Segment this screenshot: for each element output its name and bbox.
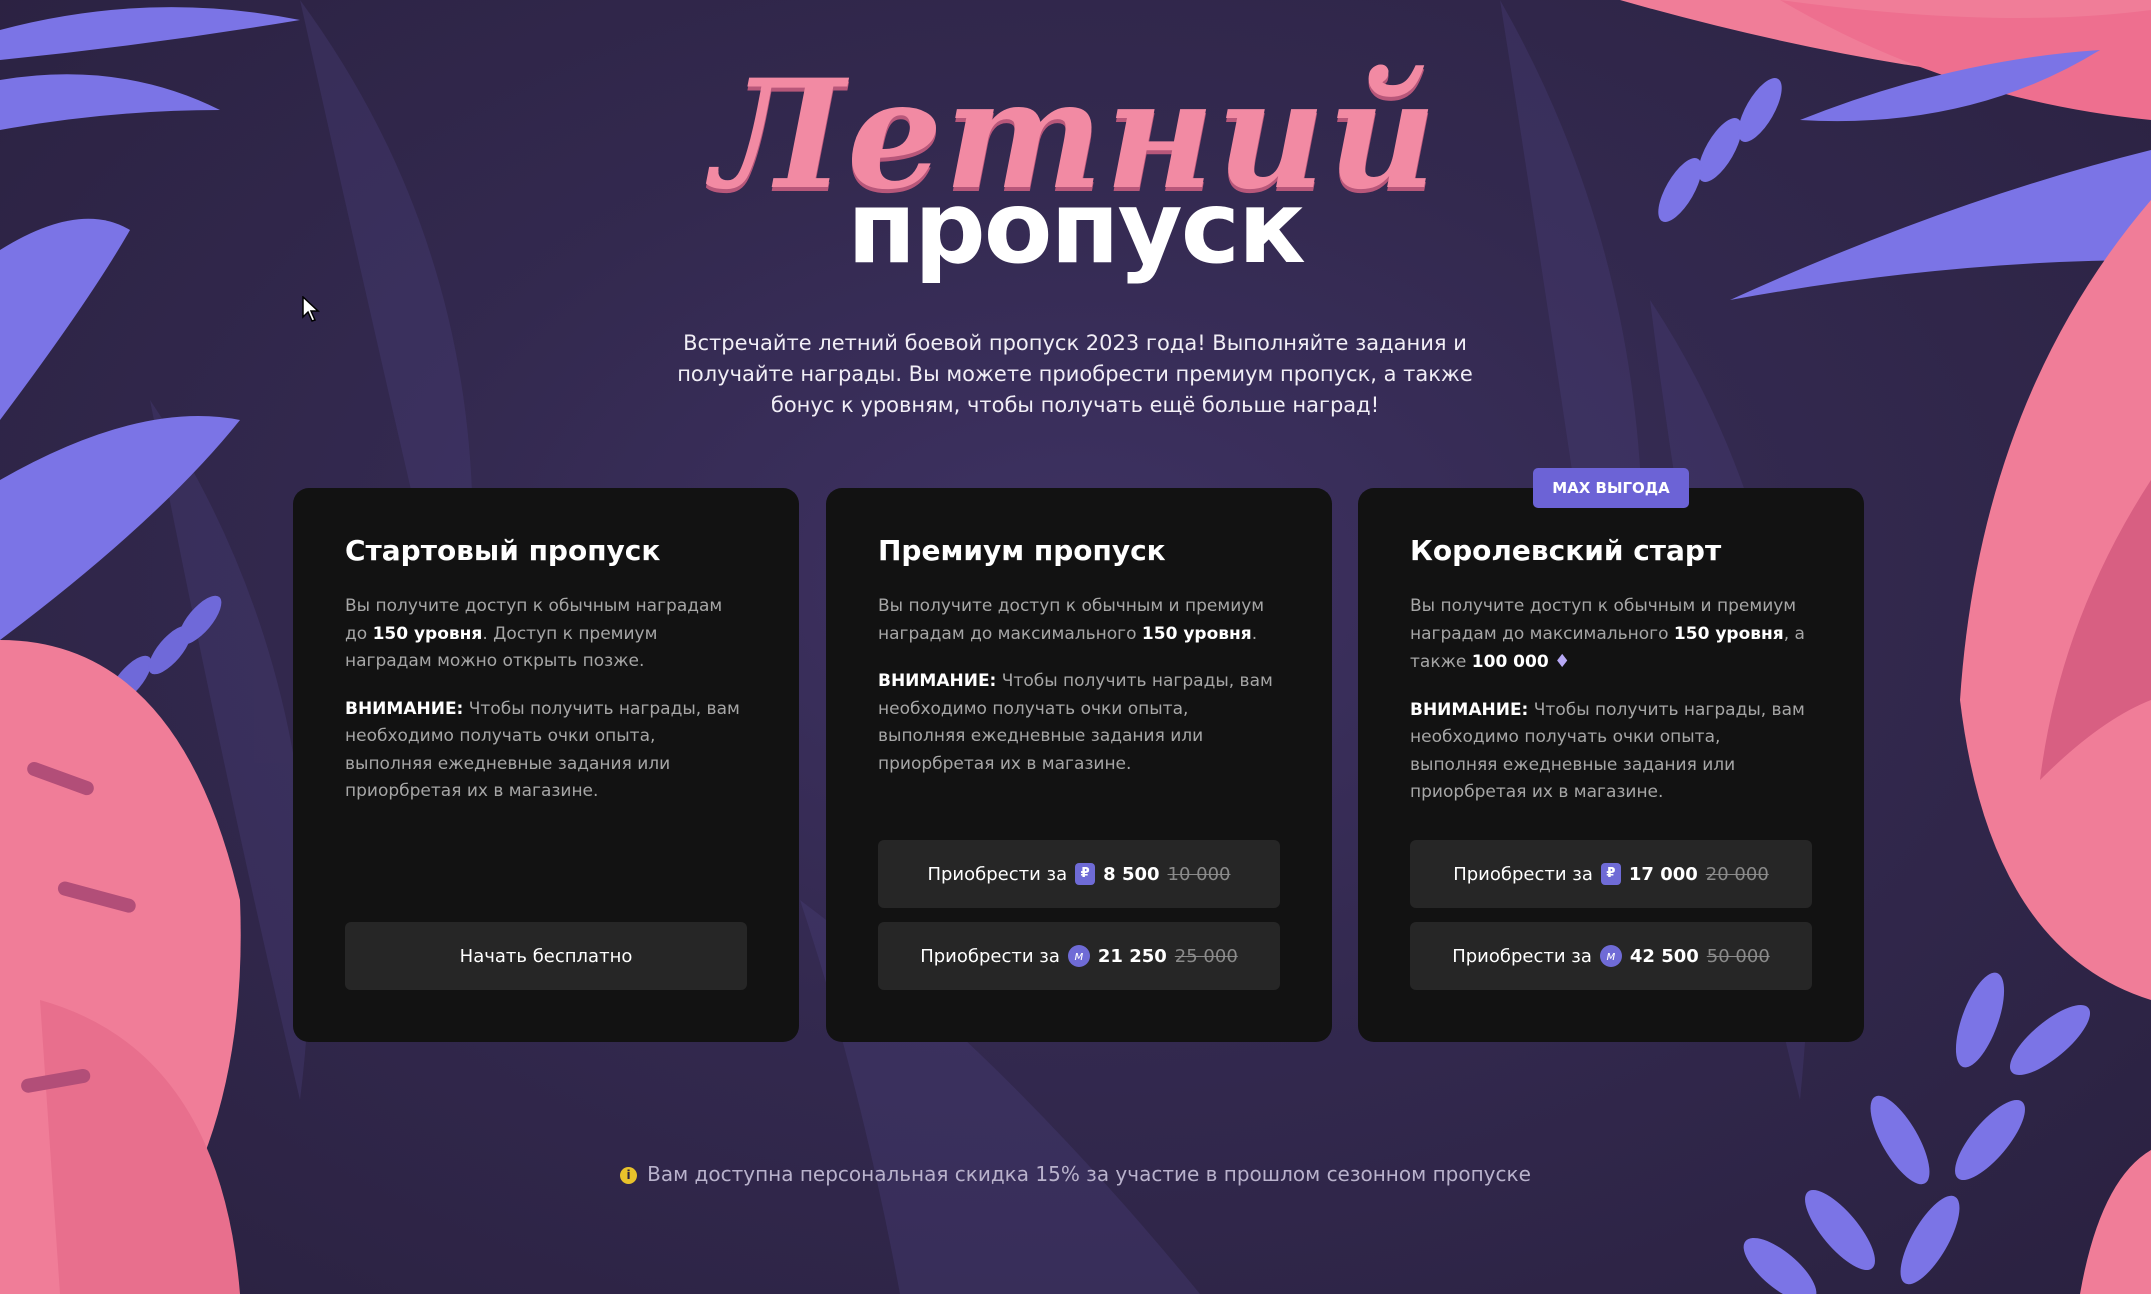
info-icon: i xyxy=(620,1167,638,1184)
button-label: Приобрести за xyxy=(920,945,1060,967)
rub-currency-icon: ₽ xyxy=(1075,863,1096,885)
old-price: 10 000 xyxy=(1167,863,1231,885)
buy-premium-coin-button[interactable]: Приобрести за м 21 250 25 000 xyxy=(878,922,1280,990)
coin-currency-icon: м xyxy=(1067,945,1090,967)
buy-royal-coin-button[interactable]: Приобрести за м 42 500 50 000 xyxy=(1410,922,1812,990)
old-price: 50 000 xyxy=(1706,945,1770,967)
card-description: Вы получите доступ к обычным и премиум н… xyxy=(1410,596,1805,672)
buy-premium-rub-button[interactable]: Приобрести за ₽ 8 500 10 000 xyxy=(878,840,1280,908)
card-title: Премиум пропуск xyxy=(878,534,1166,567)
card-description: Вы получите доступ к обычным наградам до… xyxy=(345,596,723,671)
card-warning: ВНИМАНИЕ: Чтобы получить награды, вам не… xyxy=(345,698,740,802)
button-label: Приобрести за xyxy=(1453,863,1593,885)
page-description: Встречайте летний боевой пропуск 2023 го… xyxy=(677,331,1473,417)
price-amount: 42 500 xyxy=(1629,945,1699,967)
card-description: Вы получите доступ к обычным и премиум н… xyxy=(878,596,1265,644)
button-label: Приобрести за xyxy=(1452,945,1592,967)
price-amount: 8 500 xyxy=(1103,863,1160,885)
page-title: Летний пропуск xyxy=(0,60,2151,300)
coin-currency-icon: м xyxy=(1599,945,1622,967)
start-free-button[interactable]: Начать бесплатно xyxy=(345,922,747,990)
notice-text: Вам доступна персональная скидка 15% за … xyxy=(647,1162,1531,1186)
max-value-badge: МАХ ВЫГОДА xyxy=(1533,468,1689,508)
title-main-text: пропуск xyxy=(847,169,1306,286)
card-warning: ВНИМАНИЕ: Чтобы получить награды, вам не… xyxy=(1410,699,1805,803)
gem-icon: ♦ xyxy=(1554,651,1571,672)
old-price: 25 000 xyxy=(1174,945,1238,967)
button-label: Приобрести за xyxy=(927,863,1068,885)
pass-card-premium: Премиум пропуск Вы получите доступ к обы… xyxy=(826,488,1332,1042)
pass-card-royal: Королевский старт Вы получите доступ к о… xyxy=(1358,488,1864,1042)
old-price: 20 000 xyxy=(1705,863,1769,885)
card-title: Стартовый пропуск xyxy=(345,534,661,567)
card-warning: ВНИМАНИЕ: Чтобы получить награды, вам не… xyxy=(878,671,1273,774)
pass-card-starter: Стартовый пропуск Вы получите доступ к о… xyxy=(293,488,799,1042)
discount-notice: i Вам доступна персональная скидка 15% за… xyxy=(0,1162,2151,1186)
button-label: Начать бесплатно xyxy=(459,945,633,967)
rub-currency-icon: ₽ xyxy=(1600,863,1621,885)
buy-royal-rub-button[interactable]: Приобрести за ₽ 17 000 20 000 xyxy=(1410,840,1812,908)
price-amount: 17 000 xyxy=(1628,863,1698,885)
mouse-cursor-icon xyxy=(302,296,320,322)
price-amount: 21 250 xyxy=(1097,945,1167,967)
card-title: Королевский старт xyxy=(1410,534,1722,567)
